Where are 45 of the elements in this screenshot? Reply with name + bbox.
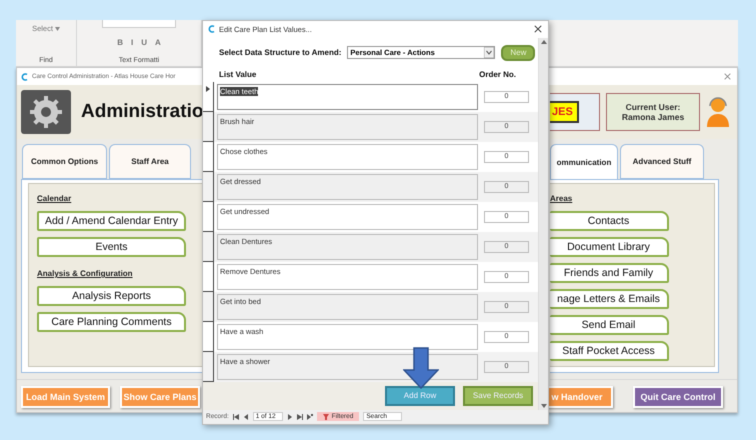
person-headset-icon [706, 96, 730, 128]
format-button[interactable]: U [141, 38, 147, 47]
menu-button[interactable]: Add / Amend Calendar Entry [37, 211, 186, 231]
format-button[interactable]: A [155, 38, 161, 47]
tab[interactable]: Staff Area [109, 144, 191, 179]
menu-button[interactable]: Events [37, 237, 186, 257]
app-logo-icon [21, 72, 28, 80]
gear-icon [21, 90, 71, 134]
menu-button[interactable]: Staff Pocket Access [550, 341, 669, 361]
section-heading: Analysis & Configuration [37, 269, 134, 278]
page-heading: Administratio [81, 101, 204, 123]
current-row-icon [206, 86, 210, 92]
app-logo-icon [208, 25, 215, 34]
alert-label: JES [550, 101, 579, 123]
menu-button[interactable]: Care Planning Comments [37, 312, 186, 332]
menu-button[interactable]: Contacts [550, 211, 669, 231]
tab[interactable]: Advanced Stuff [620, 144, 704, 179]
font-field[interactable] [102, 20, 176, 28]
first-record-icon[interactable] [232, 414, 239, 420]
new-record-icon[interactable] [306, 414, 313, 420]
scrollbar[interactable] [538, 38, 548, 410]
column-header: List Value [219, 70, 256, 80]
section-heading: Calendar [37, 194, 72, 203]
format-button[interactable]: I [130, 38, 134, 47]
menu-button[interactable]: Analysis Reports [37, 286, 186, 306]
row-selector[interactable] [203, 82, 214, 112]
action-button[interactable]: Quit Care Control [633, 386, 723, 408]
menu-button[interactable]: Document Library [550, 237, 669, 257]
caret-icon [54, 26, 60, 30]
down-arrow-icon [403, 347, 439, 389]
last-record-icon[interactable] [296, 414, 303, 420]
field-label: Select Data Structure to Amend: [219, 48, 342, 58]
chevron-down-icon [484, 47, 494, 58]
section-heading: Areas [550, 194, 574, 203]
user-label: Current User: [626, 102, 680, 112]
column-header: Order No. [479, 70, 516, 80]
close-icon[interactable] [534, 25, 542, 34]
menu-button[interactable]: nage Letters & Emails [550, 289, 669, 309]
menu-button[interactable]: Friends and Family [550, 263, 669, 283]
scroll-up-icon[interactable] [540, 40, 547, 44]
tab[interactable]: Common Options [22, 144, 107, 179]
format-button[interactable]: B [117, 38, 123, 47]
menu-button[interactable]: Send Email [550, 315, 669, 335]
user-name: Ramona James [622, 112, 684, 122]
tab[interactable]: ommunication [550, 144, 618, 179]
